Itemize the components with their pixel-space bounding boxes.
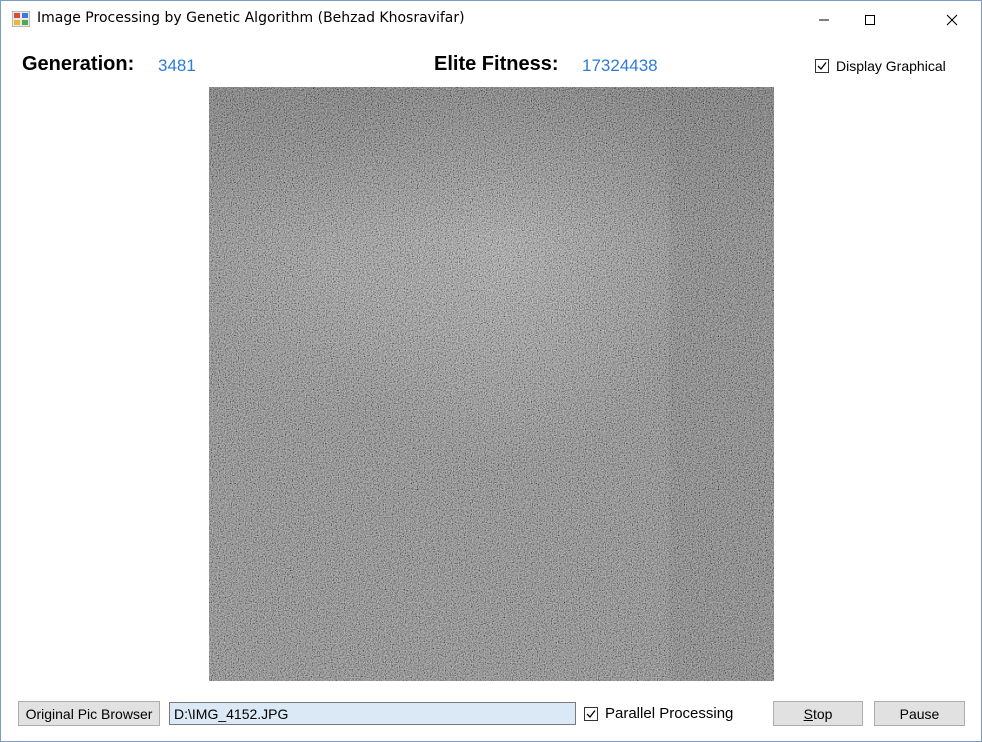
checkmark-icon (815, 59, 829, 73)
elite-fitness-value: 17324438 (582, 56, 658, 75)
client-area: Generation: 3481 Elite Fitness: 17324438… (1, 39, 981, 741)
window-title: Image Processing by Genetic Algorithm (B… (37, 10, 465, 26)
close-button[interactable] (929, 1, 975, 39)
minimize-icon (818, 14, 830, 26)
minimize-button[interactable] (801, 1, 847, 39)
elite-fitness-label: Elite Fitness: (434, 53, 559, 75)
close-icon (946, 14, 958, 26)
display-graphical-checkbox[interactable]: Display Graphical (815, 58, 946, 74)
pause-button[interactable]: Pause (874, 701, 965, 726)
maximize-icon (864, 14, 876, 26)
evolved-image-canvas (209, 87, 774, 681)
image-path-field[interactable] (169, 702, 576, 725)
generation-value: 3481 (158, 56, 196, 75)
app-icon (11, 10, 31, 28)
parallel-processing-checkbox[interactable]: Parallel Processing (584, 705, 733, 722)
title-bar[interactable]: Image Processing by Genetic Algorithm (B… (1, 1, 981, 39)
stop-button[interactable]: Stop (773, 701, 863, 726)
maximize-button[interactable] (847, 1, 893, 39)
noise-image (209, 87, 774, 681)
parallel-processing-label: Parallel Processing (605, 705, 734, 722)
display-graphical-label: Display Graphical (836, 58, 946, 74)
original-pic-browser-button[interactable]: Original Pic Browser (18, 701, 160, 726)
checkmark-icon (584, 706, 598, 721)
generation-label: Generation: (22, 53, 135, 75)
app-window: Image Processing by Genetic Algorithm (B… (0, 0, 982, 742)
